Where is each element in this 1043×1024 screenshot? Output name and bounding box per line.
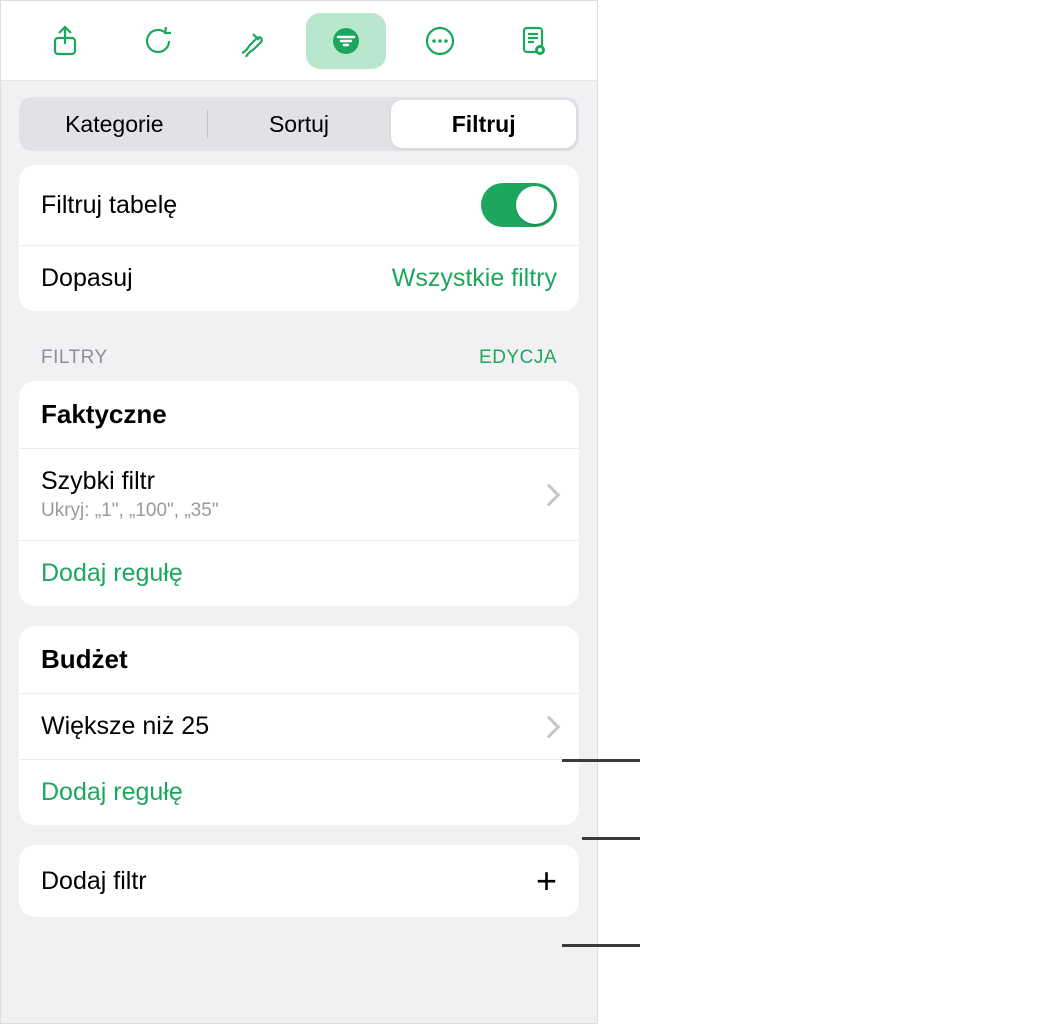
- filter-rule-row[interactable]: Większe niż 25: [19, 693, 579, 759]
- filter-group-0: Faktyczne Szybki filtr Ukryj: „1", „100"…: [19, 381, 579, 606]
- chevron-right-icon: [538, 715, 561, 738]
- plus-icon: +: [536, 863, 557, 899]
- filter-table-toggle[interactable]: [481, 183, 557, 227]
- tab-sort[interactable]: Sortuj: [207, 100, 392, 148]
- edit-button[interactable]: EDYCJA: [479, 347, 557, 369]
- rule-title: Szybki filtr: [41, 467, 219, 496]
- group-title: Faktyczne: [41, 399, 167, 430]
- tab-label: Kategorie: [65, 111, 163, 138]
- filters-section-header: FILTRY EDYCJA: [1, 311, 597, 381]
- match-row[interactable]: Dopasuj Wszystkie filtry: [19, 245, 579, 311]
- match-value: Wszystkie filtry: [392, 264, 557, 293]
- callout-line: [562, 944, 640, 947]
- filter-table-label: Filtruj tabelę: [41, 191, 177, 220]
- tab-label: Sortuj: [269, 111, 329, 138]
- add-rule-button[interactable]: Dodaj regułę: [19, 759, 579, 825]
- undo-button[interactable]: [118, 13, 198, 69]
- chevron-right-icon: [538, 483, 561, 506]
- tab-filter[interactable]: Filtruj: [391, 100, 576, 148]
- filter-rule-row[interactable]: Szybki filtr Ukryj: „1", „100", „35": [19, 448, 579, 540]
- filter-panel: Kategorie Sortuj Filtruj Filtruj tabelę …: [0, 0, 598, 1024]
- add-filter-label: Dodaj filtr: [41, 867, 147, 896]
- segmented-control: Kategorie Sortuj Filtruj: [19, 97, 579, 151]
- filter-group-heading: Budżet: [19, 626, 579, 693]
- match-label: Dopasuj: [41, 264, 133, 293]
- add-filter-card: Dodaj filtr +: [19, 845, 579, 917]
- filter-table-row: Filtruj tabelę: [19, 165, 579, 245]
- callout-line: [582, 837, 640, 840]
- add-rule-label: Dodaj regułę: [41, 778, 183, 807]
- format-brush-button[interactable]: [212, 13, 292, 69]
- tab-categories[interactable]: Kategorie: [22, 100, 207, 148]
- filter-toolbar-button[interactable]: [306, 13, 386, 69]
- tab-label: Filtruj: [452, 111, 516, 138]
- share-button[interactable]: [25, 13, 105, 69]
- add-rule-button[interactable]: Dodaj regułę: [19, 540, 579, 606]
- section-title: FILTRY: [41, 347, 108, 369]
- document-button[interactable]: [493, 13, 573, 69]
- toolbar: [1, 1, 597, 81]
- filter-options-card: Filtruj tabelę Dopasuj Wszystkie filtry: [19, 165, 579, 311]
- callout-line: [562, 759, 640, 762]
- group-title: Budżet: [41, 644, 128, 675]
- add-rule-label: Dodaj regułę: [41, 559, 183, 588]
- rule-title: Większe niż 25: [41, 712, 209, 741]
- more-button[interactable]: [400, 13, 480, 69]
- filter-group-heading: Faktyczne: [19, 381, 579, 448]
- rule-subtitle: Ukryj: „1", „100", „35": [41, 500, 219, 522]
- add-filter-button[interactable]: Dodaj filtr +: [19, 845, 579, 917]
- filter-group-1: Budżet Większe niż 25 Dodaj regułę: [19, 626, 579, 825]
